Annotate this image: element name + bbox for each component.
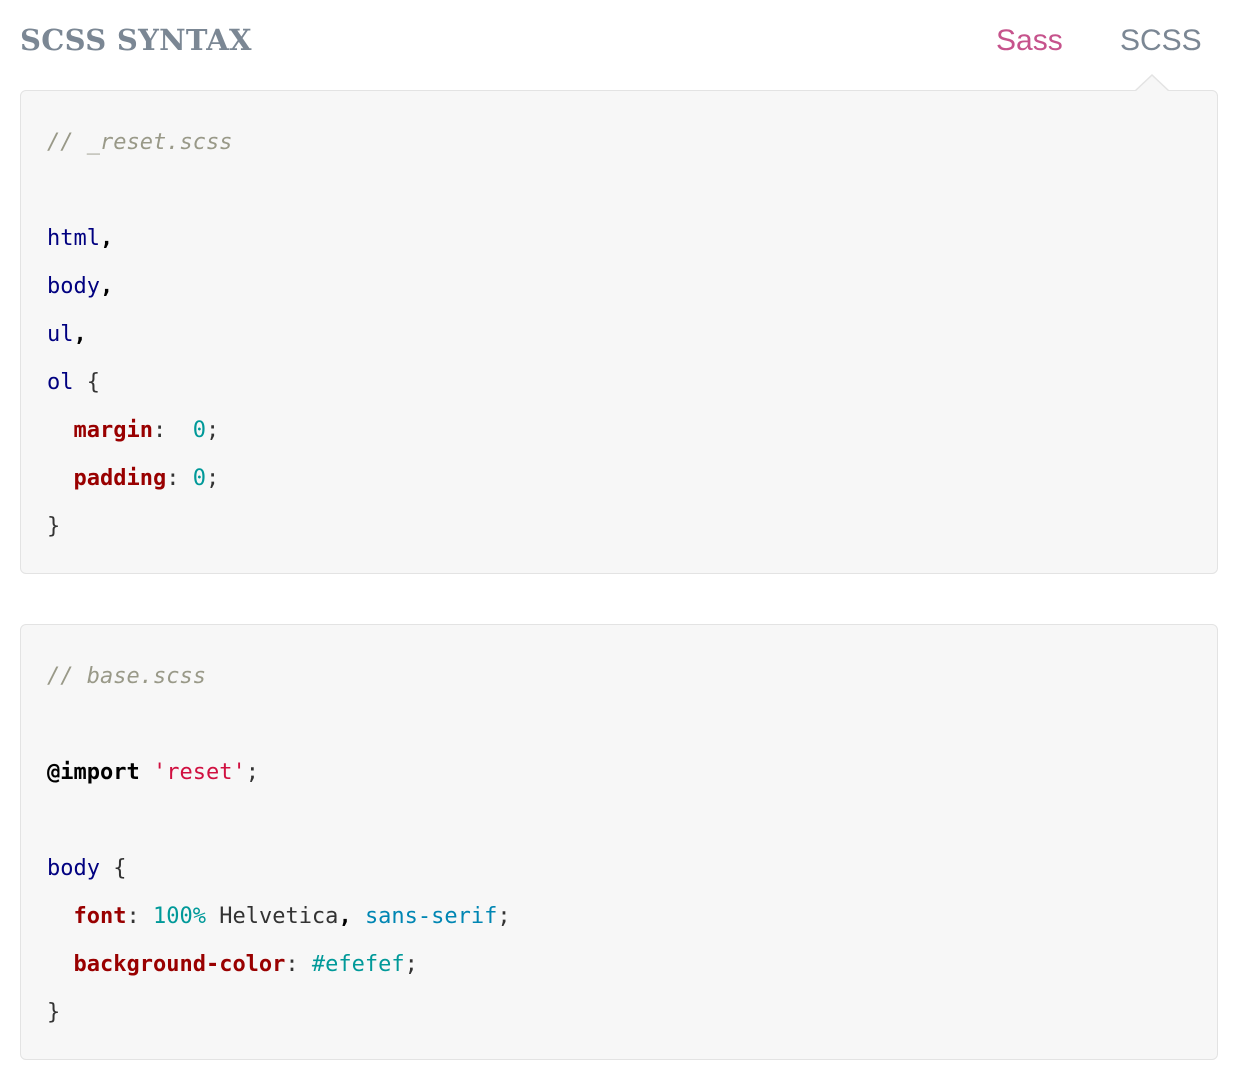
property-name: margin [73,418,153,443]
code-line: body { [47,856,127,881]
code-line: // _reset.scss [47,119,232,167]
font-family-value: Helvetica [219,904,339,929]
property-value: 0 [192,466,206,491]
property-name: font [73,904,127,929]
active-tab-indicator-fill [1135,76,1169,92]
code-line: body, [47,274,114,299]
selector: ol [47,370,74,395]
tab-sass[interactable]: Sass [996,20,1063,62]
property-value: 0 [192,418,206,443]
import-keyword: @import [47,760,140,785]
code-line: background-color: #efefef; [73,952,418,977]
code-line: } [47,1000,61,1025]
selector: body [47,274,100,299]
code-line: @import 'reset'; [47,760,259,785]
color-value: #efefef [311,952,405,977]
code-listing: // _reset.scss html, body, ul, ol { margin:… [47,119,232,551]
property-name: padding [73,466,167,491]
tab-scss[interactable]: SCSS [1120,20,1202,62]
font-generic-value: sans-serif [364,904,498,929]
font-size-value: 100% [152,904,206,929]
code-line: ol { [47,370,100,395]
selector: body [47,856,100,881]
code-line: html, [47,226,114,251]
property-name: background-color [73,952,286,977]
code-block-reset: // _reset.scss html, body, ul, ol { margin:… [20,90,1218,574]
code-line: // base.scss [47,653,511,701]
code-line: ul, [47,322,87,347]
section-header: SCSS SYNTAX Sass SCSS [0,0,1260,90]
code-listing: // base.scss @import 'reset'; body { fon… [47,653,511,1037]
code-line: margin: 0; [73,418,220,443]
section-title: SCSS SYNTAX [20,23,252,57]
code-comment: // _reset.scss [47,130,233,155]
selector: ul [47,322,74,347]
code-line: } [47,514,61,539]
code-line: font: 100% Helvetica, sans-serif; [73,904,511,929]
code-comment: // base.scss [47,664,206,689]
selector: html [47,226,100,251]
import-string: 'reset' [152,760,246,785]
code-line: padding: 0; [73,466,220,491]
code-block-base: // base.scss @import 'reset'; body { fon… [20,624,1218,1060]
